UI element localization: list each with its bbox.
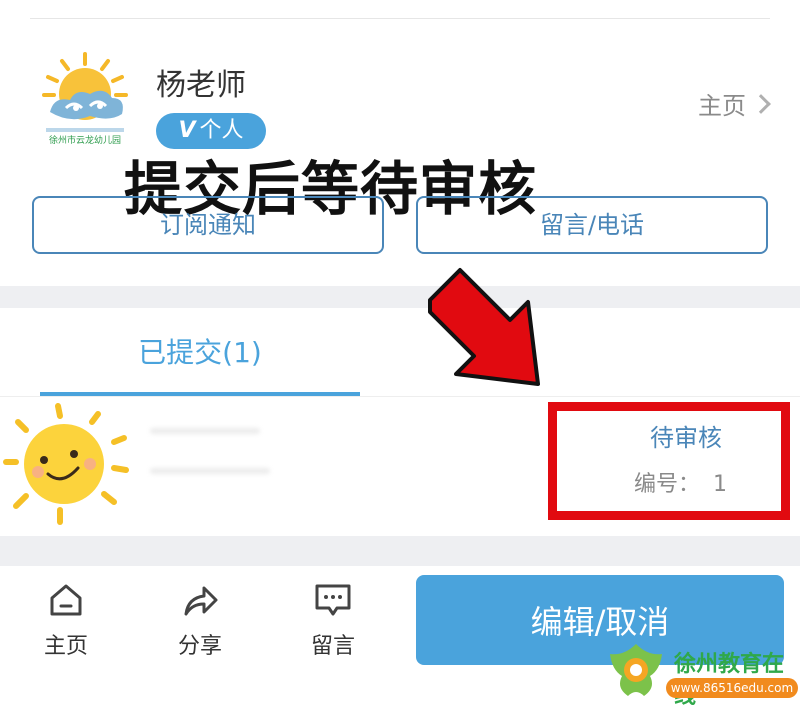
nav-home-label: 主页 <box>43 634 88 659</box>
badge-label: 个人 <box>199 118 244 143</box>
subscribe-button[interactable]: 订阅通知 <box>32 196 384 254</box>
top-divider <box>30 18 770 19</box>
home-icon <box>50 584 82 616</box>
nav-message[interactable]: 留言 <box>283 580 383 660</box>
tab-submitted[interactable]: 已提交(1) <box>40 325 360 397</box>
home-link[interactable]: 主页 <box>698 86 771 121</box>
serial-value: 1 <box>713 472 728 497</box>
home-link-label: 主页 <box>698 92 746 120</box>
blurred-name <box>150 428 260 434</box>
nav-share-label: 分享 <box>177 634 222 659</box>
arrow-pointer-icon <box>420 262 550 392</box>
chevron-right-icon <box>751 93 771 114</box>
nav-share[interactable]: 分享 <box>150 580 250 660</box>
tab-divider <box>0 396 800 397</box>
message-icon <box>315 584 351 616</box>
serial-label: 编号： <box>634 472 701 497</box>
watermark-url: www.86516edu.com <box>666 678 798 698</box>
kindergarten-logo: 徐州市云龙幼儿园 <box>40 50 130 146</box>
badge-mark: V <box>178 118 196 143</box>
serial-number: 编号： 1 <box>634 466 727 498</box>
message-phone-button[interactable]: 留言/电话 <box>416 196 768 254</box>
status-badge: 待审核 <box>650 424 722 452</box>
watermark: 徐州教育在线 www.86516edu.com <box>604 640 800 705</box>
logo-text: 徐州市云龙幼儿园 <box>49 134 121 145</box>
blurred-detail <box>150 468 270 474</box>
profile-name: 杨老师 <box>156 68 246 103</box>
share-icon <box>184 586 218 616</box>
nav-home[interactable]: 主页 <box>16 580 116 660</box>
watermark-logo-icon <box>610 644 662 696</box>
sun-avatar-icon <box>0 398 135 528</box>
section-divider <box>0 286 800 308</box>
section-divider-bottom <box>0 536 800 566</box>
nav-message-label: 留言 <box>310 634 355 659</box>
